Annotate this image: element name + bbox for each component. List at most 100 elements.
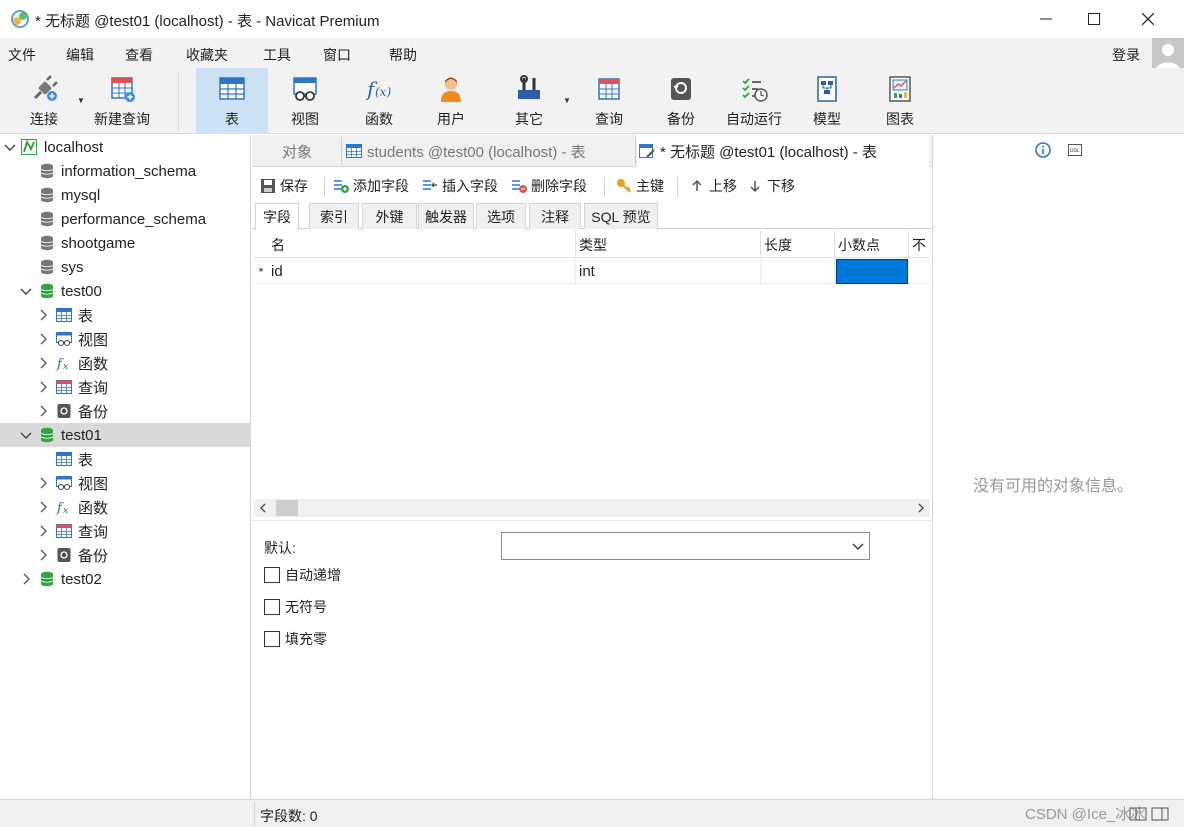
tool-function-button[interactable]: f (x) 函数 <box>346 68 412 134</box>
chevron-right-icon[interactable] <box>36 548 50 562</box>
menu-window[interactable]: 窗口 <box>323 45 351 65</box>
menu-tools[interactable]: 工具 <box>263 45 291 65</box>
delete-field-button[interactable]: 删除字段 <box>511 176 587 196</box>
subtab-indexes[interactable]: 索引 <box>309 203 359 229</box>
tool-user-button[interactable]: 用户 <box>420 68 482 134</box>
tool-model-button[interactable]: 模型 <box>798 68 856 134</box>
info-icon[interactable] <box>1035 142 1051 158</box>
scrollbar-thumb[interactable] <box>276 500 298 516</box>
tool-query-button[interactable]: 查询 <box>578 68 640 134</box>
tool-new-query-button[interactable]: 新建查询 <box>90 68 154 134</box>
chevron-right-icon[interactable] <box>36 404 50 418</box>
tree-test00-queries[interactable]: 查询 <box>0 375 251 399</box>
zerofill-checkbox[interactable]: 填充零 <box>264 629 327 649</box>
chevron-right-icon[interactable] <box>36 500 50 514</box>
column-header-length[interactable]: 长度 <box>761 231 835 258</box>
maximize-button[interactable] <box>1068 0 1120 38</box>
scroll-right-icon[interactable] <box>912 499 930 517</box>
menu-favorites[interactable]: 收藏夹 <box>186 45 228 65</box>
checkbox-box[interactable] <box>264 567 280 583</box>
unsigned-checkbox[interactable]: 无符号 <box>264 597 327 617</box>
column-header-decimals[interactable]: 小数点 <box>835 231 909 258</box>
tree-db-shootgame[interactable]: shootgame <box>0 231 251 255</box>
avatar[interactable] <box>1152 38 1184 70</box>
menu-help[interactable]: 帮助 <box>389 45 417 65</box>
chevron-right-icon[interactable] <box>36 332 50 346</box>
connection-dropdown-icon[interactable]: ▼ <box>77 96 85 105</box>
subtab-triggers[interactable]: 触发器 <box>418 203 474 229</box>
close-button[interactable] <box>1122 0 1174 38</box>
tab-students-table[interactable]: students @test00 (localhost) - 表 <box>344 135 634 167</box>
chevron-right-icon[interactable] <box>36 308 50 322</box>
insert-field-button[interactable]: 插入字段 <box>422 176 498 196</box>
tree-db-test01[interactable]: test01 <box>0 423 251 447</box>
tree-db-sys[interactable]: sys <box>0 255 251 279</box>
chevron-right-icon[interactable] <box>36 380 50 394</box>
move-down-button[interactable]: 下移 <box>747 176 795 196</box>
chevron-right-icon[interactable] <box>19 572 33 586</box>
tree-db-test00[interactable]: test00 <box>0 279 251 303</box>
menu-view[interactable]: 查看 <box>125 45 153 65</box>
cell-field-name[interactable]: id <box>268 259 576 284</box>
scroll-left-icon[interactable] <box>254 499 272 517</box>
ddl-icon[interactable]: DDL <box>1067 142 1083 158</box>
tab-untitled-table[interactable]: * 无标题 @test01 (localhost) - 表 <box>637 135 929 167</box>
add-field-button[interactable]: 添加字段 <box>333 176 409 196</box>
other-dropdown-icon[interactable]: ▼ <box>563 96 571 105</box>
move-up-button[interactable]: 上移 <box>689 176 737 196</box>
tree-test00-tables[interactable]: 表 <box>0 303 251 327</box>
tool-schedule-button[interactable]: 自动运行 <box>720 68 788 134</box>
tree-db-performance-schema[interactable]: performance_schema <box>0 207 251 231</box>
tree-test01-queries[interactable]: 查询 <box>0 519 251 543</box>
subtab-comments[interactable]: 注释 <box>529 203 581 229</box>
chevron-right-icon[interactable] <box>36 524 50 538</box>
column-header-not-null[interactable]: 不 <box>909 231 930 258</box>
menu-edit[interactable]: 编辑 <box>66 45 94 65</box>
tree-db-test02[interactable]: test02 <box>0 567 251 591</box>
cell-field-decimals[interactable] <box>836 259 908 284</box>
tree-db-mysql[interactable]: mysql <box>0 183 251 207</box>
column-header-type[interactable]: 类型 <box>576 231 761 258</box>
checkbox-box[interactable] <box>264 631 280 647</box>
column-header-name[interactable]: 名 <box>268 231 576 258</box>
chevron-right-icon[interactable] <box>36 356 50 370</box>
tool-chart-button[interactable]: 图表 <box>870 68 930 134</box>
save-button[interactable]: 保存 <box>260 176 308 196</box>
tool-table-button[interactable]: 表 <box>196 68 268 134</box>
subtab-fields[interactable]: 字段 <box>255 203 299 230</box>
tool-view-button[interactable]: 视图 <box>272 68 338 134</box>
tool-backup-button[interactable]: 备份 <box>652 68 710 134</box>
tree-db-information-schema[interactable]: information_schema <box>0 159 251 183</box>
tree-test00-views[interactable]: 视图 <box>0 327 251 351</box>
default-value-select[interactable] <box>501 532 870 560</box>
chevron-down-icon[interactable] <box>19 284 33 298</box>
tree-connection-localhost[interactable]: localhost <box>0 135 251 159</box>
login-link[interactable]: 登录 <box>1112 45 1140 65</box>
tool-other-button[interactable]: 其它 <box>498 68 560 134</box>
tree-test00-functions[interactable]: fx 函数 <box>0 351 251 375</box>
chevron-down-icon[interactable] <box>3 140 17 154</box>
tree-test01-functions[interactable]: fx 函数 <box>0 495 251 519</box>
tab-objects[interactable]: 对象 <box>254 135 340 167</box>
tool-chart-label: 图表 <box>886 111 914 127</box>
checkbox-box[interactable] <box>264 599 280 615</box>
auto-increment-checkbox[interactable]: 自动递增 <box>264 565 341 585</box>
tree-test01-views[interactable]: 视图 <box>0 471 251 495</box>
cell-field-type[interactable]: int <box>576 259 761 284</box>
tool-connection-button[interactable]: 连接 <box>14 68 74 134</box>
subtab-foreign-keys[interactable]: 外键 <box>362 203 417 229</box>
layout-toggle-icon[interactable] <box>1128 806 1172 822</box>
primary-key-button[interactable]: 主键 <box>616 176 664 196</box>
tree-test01-backups[interactable]: 备份 <box>0 543 251 567</box>
table-row[interactable]: * id int <box>254 259 930 284</box>
minimize-button[interactable] <box>1020 0 1072 38</box>
cell-field-length[interactable] <box>761 259 835 284</box>
tree-test01-tables[interactable]: 表 <box>0 447 251 471</box>
subtab-sql-preview[interactable]: SQL 预览 <box>584 203 658 229</box>
subtab-options[interactable]: 选项 <box>476 203 526 229</box>
chevron-down-icon[interactable] <box>19 428 33 442</box>
tree-test00-backups[interactable]: 备份 <box>0 399 251 423</box>
menu-file[interactable]: 文件 <box>8 45 36 65</box>
chevron-right-icon[interactable] <box>36 476 50 490</box>
horizontal-scrollbar[interactable] <box>254 499 930 517</box>
